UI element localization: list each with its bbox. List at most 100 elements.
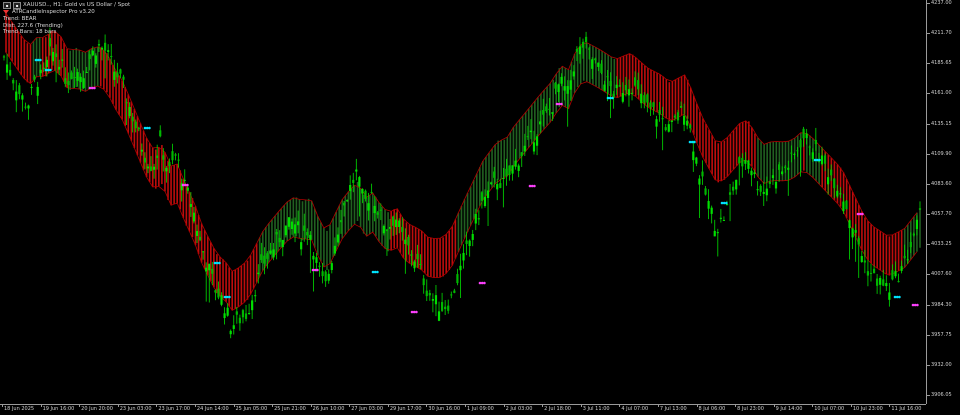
time-label: 2 Jul 18:00 [544,406,571,412]
time-tick [850,405,852,407]
time-label: 8 Jul 06:00 [698,406,726,412]
candle-body [257,272,260,275]
price-tick [927,123,930,125]
candle-body [447,305,450,311]
time-tick [619,405,621,407]
time-label: 11 Jul 16:00 [891,406,922,412]
candle-body [437,311,441,321]
price-tick [927,244,930,246]
candle-body [793,153,796,155]
price-label: 3957.75 [931,331,952,338]
price-axis[interactable]: 4237.00 4211.70 4185.65 4161.00 4135.15 4109.… [926,0,960,404]
candle-body [781,171,784,175]
time-tick [889,405,891,407]
candle-body [869,272,873,274]
candle-body [352,179,355,183]
candle-body [238,317,241,324]
candle-body [575,49,578,52]
candle-body [220,295,223,305]
chart-canvas[interactable] [0,0,926,404]
candle-body [131,116,134,122]
time-label: 7 Jul 13:00 [659,406,687,412]
time-tick [233,405,235,407]
indicator-triangle-icon [3,10,9,15]
candle-body [692,151,695,161]
candle-body [686,120,689,126]
candle-body [759,185,762,192]
candle-body [287,217,291,227]
candle-body [174,154,177,156]
candle-body [24,106,27,108]
candle-body [597,62,600,67]
buy-signal-marker [218,261,221,265]
candle-body [499,183,502,188]
price-tick [927,3,930,4]
candle-body [450,294,453,296]
price-chart[interactable] [0,0,926,404]
indicator-name[interactable]: ATRCandleInspector Pro v3.20 [12,9,95,16]
time-tick [194,405,196,407]
candles [2,27,922,339]
candle-body [756,189,759,191]
candle-body [165,167,168,172]
candle-body [107,50,110,52]
time-label: 3 Jul 11:00 [582,406,610,412]
candle-body [649,102,652,108]
candle-body [388,226,392,229]
candle-body [453,290,456,293]
candle-body [91,50,94,56]
candle-body [814,139,817,145]
candle-body [490,182,493,184]
symbol-flag-icon: ▪ [3,2,11,9]
candle-body [364,190,367,199]
candle-body [545,106,548,112]
time-tick [40,405,42,407]
candle-body [471,233,474,240]
candle-body [425,290,428,297]
time-tick [465,405,466,407]
time-tick [79,405,81,407]
candle-body [162,155,165,160]
candle-body [339,220,343,223]
candle-body [747,160,750,169]
buy-signal-marker [611,96,614,100]
candle-body [517,165,520,171]
time-axis[interactable]: 18 Jun 2025 19 Jun 16:00 20 Jun 20:00 23 Ju… [0,404,926,415]
buy-signal-marker [49,68,52,72]
candle-body [918,208,922,210]
price-label: 4057.70 [931,211,952,218]
candle-body [630,92,634,94]
sell-signal-marker [316,268,319,272]
candle-body [404,239,407,245]
time-label: 29 Jun 17:00 [389,406,422,412]
candle-body [508,165,511,176]
symbol-flag2-icon: ▪ [13,2,21,9]
candle-body [214,290,217,293]
candle-body [826,177,830,185]
candle-body [796,150,799,152]
sell-signal-marker [861,212,864,216]
candle-body [419,263,422,265]
candle-body [888,292,891,300]
price-label: 4033.25 [931,241,952,248]
candle-body [551,112,554,114]
candle-body [526,136,529,138]
candle-body [171,151,174,161]
sell-signal-marker [560,102,563,106]
candle-body [765,188,768,196]
candle-body [872,268,876,274]
candle-body [658,109,661,115]
candle-body [606,76,609,78]
candle-body [373,205,376,214]
candle-body [195,230,199,237]
candle-body [9,69,12,76]
time-label: 19 Jun 16:00 [42,406,75,412]
candle-body [327,273,330,281]
candle-body [839,193,842,195]
candle-body [768,181,771,184]
candle-body [416,253,419,260]
price-tick [927,93,930,95]
candle-body [732,186,735,191]
candle-body [346,200,349,202]
price-tick [927,304,930,306]
